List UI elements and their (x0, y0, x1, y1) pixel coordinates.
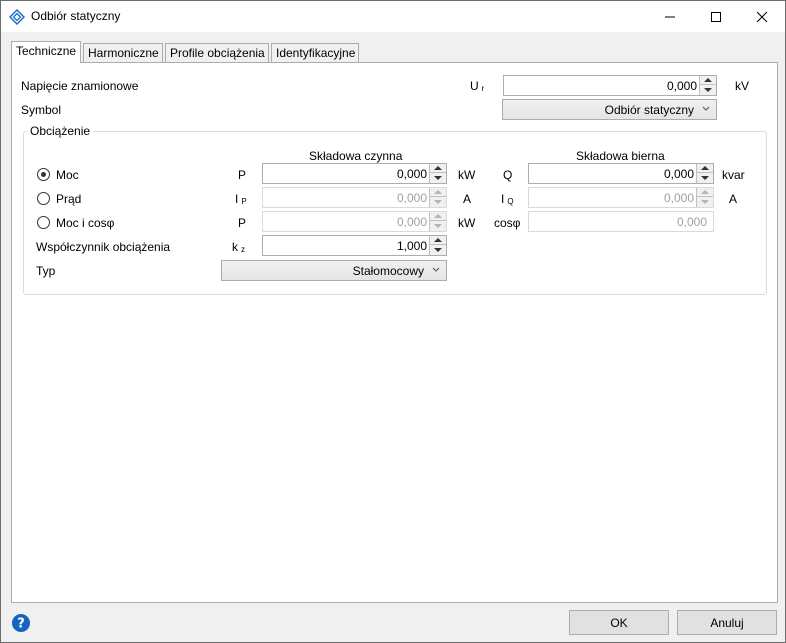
row1-active-down-icon[interactable] (430, 173, 446, 183)
row2-reactive-unit: A (729, 192, 738, 206)
tab-profile-obciazenia[interactable]: Profile obciążenia (165, 43, 269, 62)
row3-reactive-value: 0,000 (676, 215, 707, 229)
row2-reactive-input[interactable]: 0,000 (528, 187, 714, 208)
load-factor-symbol: kz (232, 240, 245, 254)
type-select-value: Stałomocowy (352, 264, 424, 278)
row2-active-symbol: IP (235, 192, 247, 206)
rated-voltage-up-icon[interactable] (700, 76, 716, 85)
row1-active-unit: kW (458, 168, 476, 182)
symbol-label: Symbol (21, 103, 62, 117)
chevron-down-icon (702, 106, 710, 111)
tab-techniczne[interactable]: Techniczne (11, 41, 81, 63)
row2-active-down-icon[interactable] (430, 197, 446, 207)
rated-voltage-down-icon[interactable] (700, 85, 716, 95)
help-icon[interactable]: ? (11, 613, 31, 633)
close-icon (756, 11, 768, 23)
rated-voltage-spinner (699, 76, 716, 95)
row1-active-symbol: P (238, 168, 247, 182)
rated-voltage-symbol: Ur (470, 79, 485, 93)
tab-harmoniczne[interactable]: Harmoniczne (83, 43, 163, 62)
radio-moc-i-cosphi-label: Moc i cosφ (56, 216, 115, 230)
load-group-title: Obciążenie (27, 124, 94, 138)
radio-prad[interactable] (37, 192, 50, 205)
load-factor-value: 1,000 (396, 239, 427, 253)
row2-active-value: 0,000 (396, 191, 427, 205)
row1-reactive-value: 0,000 (663, 167, 694, 181)
row2-reactive-up-icon[interactable] (697, 188, 713, 197)
row1-active-up-icon[interactable] (430, 164, 446, 173)
row1-active-value: 0,000 (396, 167, 427, 181)
minimize-button[interactable] (647, 1, 693, 32)
row3-active-spinner (429, 212, 446, 231)
svg-text:?: ? (17, 617, 25, 632)
radio-prad-label: Prąd (56, 192, 82, 206)
row3-active-value: 0,000 (396, 215, 427, 229)
ok-button[interactable]: OK (569, 610, 669, 635)
row1-active-spinner (429, 164, 446, 183)
type-select[interactable]: Stałomocowy (221, 260, 447, 281)
row2-active-spinner (429, 188, 446, 207)
row1-reactive-down-icon[interactable] (697, 173, 713, 183)
close-button[interactable] (739, 1, 785, 32)
load-factor-spinner (429, 236, 446, 255)
rated-voltage-value: 0,000 (666, 79, 697, 93)
reactive-component-header: Składowa bierna (576, 149, 665, 163)
row1-reactive-unit: kvar (722, 168, 745, 182)
cancel-button[interactable]: Anuluj (677, 610, 777, 635)
row3-reactive-input[interactable]: 0,000 (528, 211, 714, 232)
row2-reactive-down-icon[interactable] (697, 197, 713, 207)
row2-reactive-value: 0,000 (663, 191, 694, 205)
row3-active-symbol: P (238, 216, 247, 230)
row2-active-unit: A (463, 192, 472, 206)
rated-voltage-unit: kV (735, 79, 750, 93)
row2-reactive-spinner (696, 188, 713, 207)
row1-reactive-up-icon[interactable] (697, 164, 713, 173)
minimize-icon (665, 16, 675, 18)
row2-reactive-symbol: IQ (501, 192, 514, 206)
window-title: Odbiór statyczny (31, 9, 121, 23)
maximize-icon (711, 12, 721, 22)
app-diamond-icon (9, 9, 25, 25)
symbol-select-value: Odbiór statyczny (604, 103, 694, 117)
rated-voltage-label: Napięcie znamionowe (21, 79, 139, 93)
load-factor-down-icon[interactable] (430, 245, 446, 255)
title-bar: Odbiór statyczny (1, 1, 785, 32)
row3-active-down-icon[interactable] (430, 221, 446, 231)
row1-reactive-symbol: Q (503, 168, 513, 182)
radio-moc[interactable] (37, 168, 50, 181)
row3-reactive-symbol: cosφ (494, 216, 521, 230)
dialog-window: Odbiór statyczny Techniczne Harmoniczne … (0, 0, 786, 643)
radio-moc-i-cosphi[interactable] (37, 216, 50, 229)
row3-active-unit: kW (458, 216, 476, 230)
row1-reactive-input[interactable]: 0,000 (528, 163, 714, 184)
row1-reactive-spinner (696, 164, 713, 183)
row3-active-up-icon[interactable] (430, 212, 446, 221)
rated-voltage-input[interactable]: 0,000 (503, 75, 717, 96)
symbol-select[interactable]: Odbiór statyczny (502, 99, 717, 120)
row1-active-input[interactable]: 0,000 (262, 163, 447, 184)
type-label: Typ (36, 264, 56, 278)
radio-moc-label: Moc (56, 168, 79, 182)
load-factor-label: Współczynnik obciążenia (36, 240, 171, 254)
row2-active-up-icon[interactable] (430, 188, 446, 197)
row3-active-input[interactable]: 0,000 (262, 211, 447, 232)
tab-panel-techniczne: Napięcie znamionowe Ur 0,000 kV Symbol O… (11, 62, 778, 603)
tab-identyfikacyjne[interactable]: Identyfikacyjne (271, 43, 359, 62)
load-factor-input[interactable]: 1,000 (262, 235, 447, 256)
load-factor-up-icon[interactable] (430, 236, 446, 245)
active-component-header: Składowa czynna (309, 149, 403, 163)
chevron-down-icon (432, 267, 440, 272)
row2-active-input[interactable]: 0,000 (262, 187, 447, 208)
maximize-button[interactable] (693, 1, 739, 32)
